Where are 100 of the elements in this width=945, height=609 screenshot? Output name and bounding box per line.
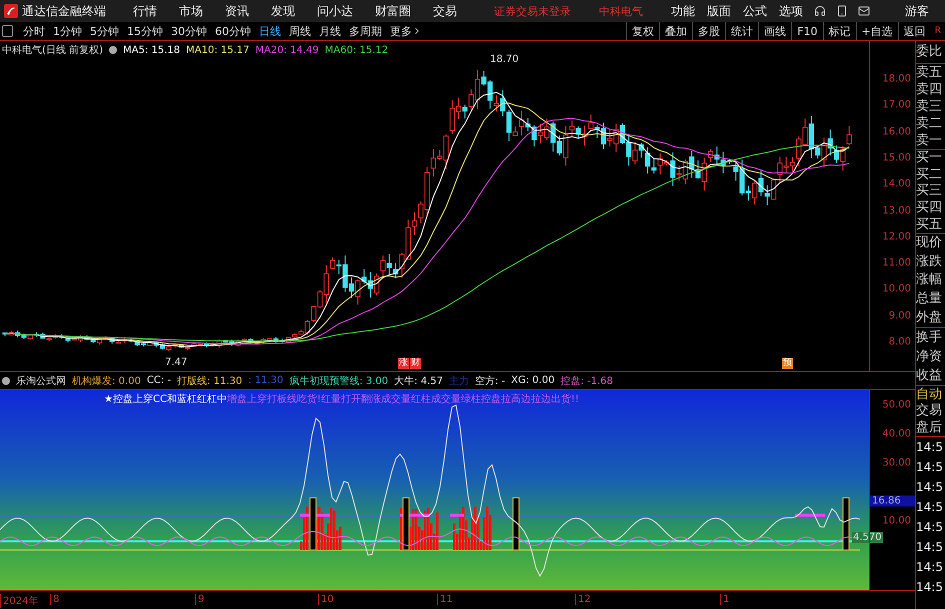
toolbar-button[interactable]: 画线 (758, 22, 792, 40)
toolbar-button[interactable]: 叠加 (659, 22, 692, 40)
app-title: 通达信金融终端 (22, 2, 106, 20)
indicator-axis-label: 10.00 (882, 516, 911, 526)
period-tab[interactable]: 分时 (19, 24, 49, 38)
mode-tab[interactable]: 自动 (916, 386, 945, 402)
period-tab[interactable]: 30分钟 (167, 24, 211, 38)
toolbar-button[interactable]: 返回 (898, 22, 931, 40)
menu-item[interactable]: 版面 (703, 2, 735, 20)
quote-label: 涨幅 (916, 273, 943, 288)
low-price-label: 7.47 (165, 357, 188, 368)
quote-label: 买二 (916, 168, 943, 182)
period-tab[interactable]: 60分钟 (211, 24, 255, 38)
app-logo-icon (4, 4, 18, 18)
menu-item[interactable]: 功能 (667, 2, 699, 20)
scrolling-banner-text: ★控盘上穿CC和蓝杠红杠中增盘上穿打板线吃货!红量打开翻涨成交量红柱成交量绿柱控盘拉高边拉边出货!! (104, 392, 579, 406)
menu-item[interactable]: 发现 (262, 2, 304, 20)
time-axis-label: 9 (195, 594, 204, 605)
event-marker[interactable]: 涨 (398, 358, 409, 369)
price-axis-label: 9.00 (888, 310, 911, 322)
indicator-name: 乐淘公式网 (16, 374, 66, 388)
quote-label: 卖一 (916, 134, 943, 148)
indicator-value: : 11.30 (248, 375, 284, 386)
high-price-label: 18.70 (490, 54, 519, 65)
quote-label: 买四 (916, 201, 943, 216)
period-tab[interactable]: 周线 (285, 24, 315, 38)
toolbar-button[interactable]: 多股 (692, 22, 726, 40)
indicator-value: 打版线: 11.30 (176, 374, 242, 388)
time-axis-label: 8 (50, 594, 60, 605)
quote-label: 卖二 (916, 116, 943, 130)
toolbar-button[interactable]: F10 (791, 22, 823, 40)
menu-item[interactable]: 问小达 (308, 2, 362, 20)
price-axis-label: 12.00 (882, 231, 911, 242)
trade-time: 14:5 (916, 559, 944, 576)
corner-label: R (934, 26, 942, 36)
quote-label: 买五 (916, 218, 943, 232)
menu-item[interactable]: 选项 (775, 2, 807, 20)
period-tab[interactable]: 更多 (386, 24, 426, 38)
quote-label: 买三 (916, 184, 943, 198)
period-tab[interactable]: 月线 (315, 24, 345, 38)
indicator-value: 机构爆发: 0.00 (72, 374, 141, 388)
quote-label: 总量 (916, 292, 943, 306)
period-tab[interactable]: 多周期 (345, 24, 386, 38)
ma-value: MA60: 15.12 (324, 44, 388, 56)
trade-time: 14:5 (916, 579, 944, 596)
quote-label: 现价 (916, 236, 943, 250)
trade-time: 14:5 (916, 519, 944, 536)
ma-value: MA10: 15.17 (186, 44, 250, 56)
indicator-value: 大牛: 4.57 (394, 374, 443, 388)
time-axis-label: 12 (575, 594, 591, 605)
price-axis-label: 18.00 (882, 74, 911, 84)
period-tab[interactable]: 日线 (255, 24, 285, 38)
stock-name: 中科电气 (599, 4, 643, 18)
login-status[interactable]: 证券交易未登录 (494, 4, 571, 18)
menu-item[interactable]: 公式 (739, 2, 771, 20)
quote-label: 换手 (916, 330, 943, 344)
current-value-label: 16.86 (870, 496, 915, 507)
price-axis-label: 15.00 (882, 152, 911, 164)
price-axis-label: 17.00 (882, 100, 911, 111)
ma-value: MA20: 14.49 (255, 44, 319, 56)
toolbar-button[interactable]: 统计 (725, 22, 758, 40)
toolbar-button[interactable]: 标记 (822, 22, 856, 40)
menu-item[interactable]: 财富圈 (366, 2, 420, 20)
chart-title: 中科电气(日线 前复权) (2, 44, 103, 57)
menu-item[interactable]: 市场 (170, 2, 212, 20)
price-axis-label: 13.00 (882, 205, 911, 216)
event-marker[interactable]: 财 (410, 358, 421, 369)
period-tab[interactable]: 1分钟 (49, 24, 86, 38)
menu-item[interactable]: 行情 (124, 2, 166, 20)
price-axis-label: 8.00 (888, 336, 911, 348)
quote-label: 收益 (916, 368, 943, 382)
period-tab[interactable]: 15分钟 (123, 24, 167, 38)
quote-label: 卖四 (916, 82, 943, 96)
price-axis-label: 16.00 (882, 126, 911, 138)
indicator-value: CC: - (146, 375, 171, 386)
quote-label: 涨跌 (916, 254, 943, 269)
user-label[interactable]: 游客 (905, 2, 929, 20)
menu-item[interactable]: 资讯 (216, 2, 258, 20)
menu-item[interactable]: 交易 (424, 2, 466, 20)
mode-tab[interactable]: 盘后 (916, 420, 945, 436)
indicator-value: 控盘: -1.68 (560, 374, 613, 388)
quote-label: 卖三 (916, 100, 943, 114)
time-axis-label: 1 (720, 594, 730, 605)
trade-time: 14:5 (916, 499, 944, 516)
period-tab[interactable]: 5分钟 (86, 24, 123, 38)
indicator-axis-label: 50.00 (882, 400, 911, 410)
price-axis-label: 14.00 (882, 178, 911, 190)
quote-label: 买一 (916, 151, 943, 166)
toolbar-button[interactable]: 复权 (626, 22, 660, 40)
time-axis-label: 2024年 (0, 594, 38, 608)
toolbar-button[interactable]: +自选 (856, 22, 898, 40)
indicator-value: 疯牛初现预警线: 3.00 (289, 374, 388, 388)
panel-toggle-icon[interactable] (2, 25, 13, 37)
mode-tab[interactable]: 交易 (916, 403, 945, 418)
indicator-axis-label: 30.00 (882, 458, 911, 468)
quote-label: 委比 (916, 45, 943, 59)
ma-value: MA5: 15.18 (122, 44, 180, 56)
trade-time: 14:5 (916, 459, 944, 476)
quote-label: 净资 (916, 350, 943, 364)
price-axis-label: 11.00 (882, 258, 911, 269)
